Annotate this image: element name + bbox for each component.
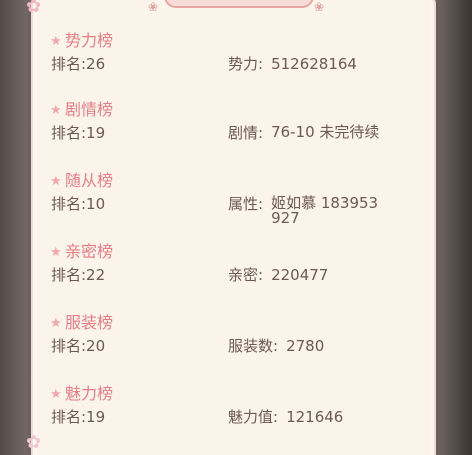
ranking-section-follower: ★ 随从榜 排名:10 属性: 姬如慕 183953927 <box>0 170 472 232</box>
rank-text: 排名:10 <box>51 195 106 213</box>
stat-value: 服装数: 2780 <box>228 336 444 356</box>
section-title-text: 势力榜 <box>65 31 114 50</box>
star-icon: ★ <box>50 173 62 189</box>
stat-value: 属性: 姬如慕 183953927 <box>228 194 383 226</box>
stat-value: 势力: 512628164 <box>228 54 429 74</box>
stat-label: 魅力值: <box>228 408 279 426</box>
panel-top-ornament <box>164 0 314 8</box>
stat-content: 76-10 未完待续 <box>271 123 380 141</box>
section-title-text: 魅力榜 <box>65 384 114 403</box>
star-icon: ★ <box>50 315 62 331</box>
stat-label: 势力: <box>228 55 264 73</box>
stat-value: 魅力值: 121646 <box>228 407 444 427</box>
star-icon: ★ <box>50 33 62 49</box>
star-icon: ★ <box>50 244 62 260</box>
stat-content: 姬如慕 183953927 <box>271 194 379 227</box>
stat-label: 亲密: <box>228 266 264 284</box>
stat-content: 512628164 <box>271 55 357 73</box>
section-title-text: 剧情榜 <box>65 100 114 119</box>
stat-label: 服装数: <box>228 337 279 355</box>
rank-text: 排名:19 <box>51 124 106 142</box>
rank-text: 排名:19 <box>51 408 106 426</box>
section-title: ★ 剧情榜 <box>50 99 113 121</box>
section-title-text: 亲密榜 <box>65 242 114 261</box>
section-title: ★ 服装榜 <box>50 312 113 334</box>
stat-value: 剧情: 76-10 未完待续 <box>228 123 381 143</box>
rank-text: 排名:22 <box>51 266 106 284</box>
scroll-ornament-right-icon: ❀ <box>314 0 325 14</box>
stat-content: 121646 <box>286 408 344 426</box>
scroll-ornament-left-icon: ❀ <box>148 0 159 14</box>
section-title: ★ 势力榜 <box>50 30 113 52</box>
section-title: ★ 亲密榜 <box>50 241 113 263</box>
rank-text: 排名:26 <box>51 55 106 73</box>
rank-text: 排名:20 <box>51 337 106 355</box>
stat-content: 2780 <box>286 337 325 355</box>
flower-icon: ✿ <box>26 0 42 17</box>
star-icon: ★ <box>50 102 62 118</box>
section-title-text: 服装榜 <box>65 313 114 332</box>
stat-content: 220477 <box>271 266 329 284</box>
star-icon: ★ <box>50 386 62 402</box>
ranking-section-charm: ★ 魅力榜 排名:19 魅力值: 121646 <box>0 383 472 445</box>
stat-label: 剧情: <box>228 124 264 142</box>
ranking-section-intimacy: ★ 亲密榜 排名:22 亲密: 220477 <box>0 241 472 303</box>
stat-label: 属性: <box>228 195 264 213</box>
ranking-section-power: ★ 势力榜 排名:26 势力: 512628164 <box>0 30 472 92</box>
ranking-section-costume: ★ 服装榜 排名:20 服装数: 2780 <box>0 312 472 374</box>
section-title-text: 随从榜 <box>65 171 114 190</box>
section-title: ★ 魅力榜 <box>50 383 113 405</box>
stat-value: 亲密: 220477 <box>228 265 429 285</box>
section-title: ★ 随从榜 <box>50 170 113 192</box>
ranking-section-story: ★ 剧情榜 排名:19 剧情: 76-10 未完待续 <box>0 99 472 161</box>
